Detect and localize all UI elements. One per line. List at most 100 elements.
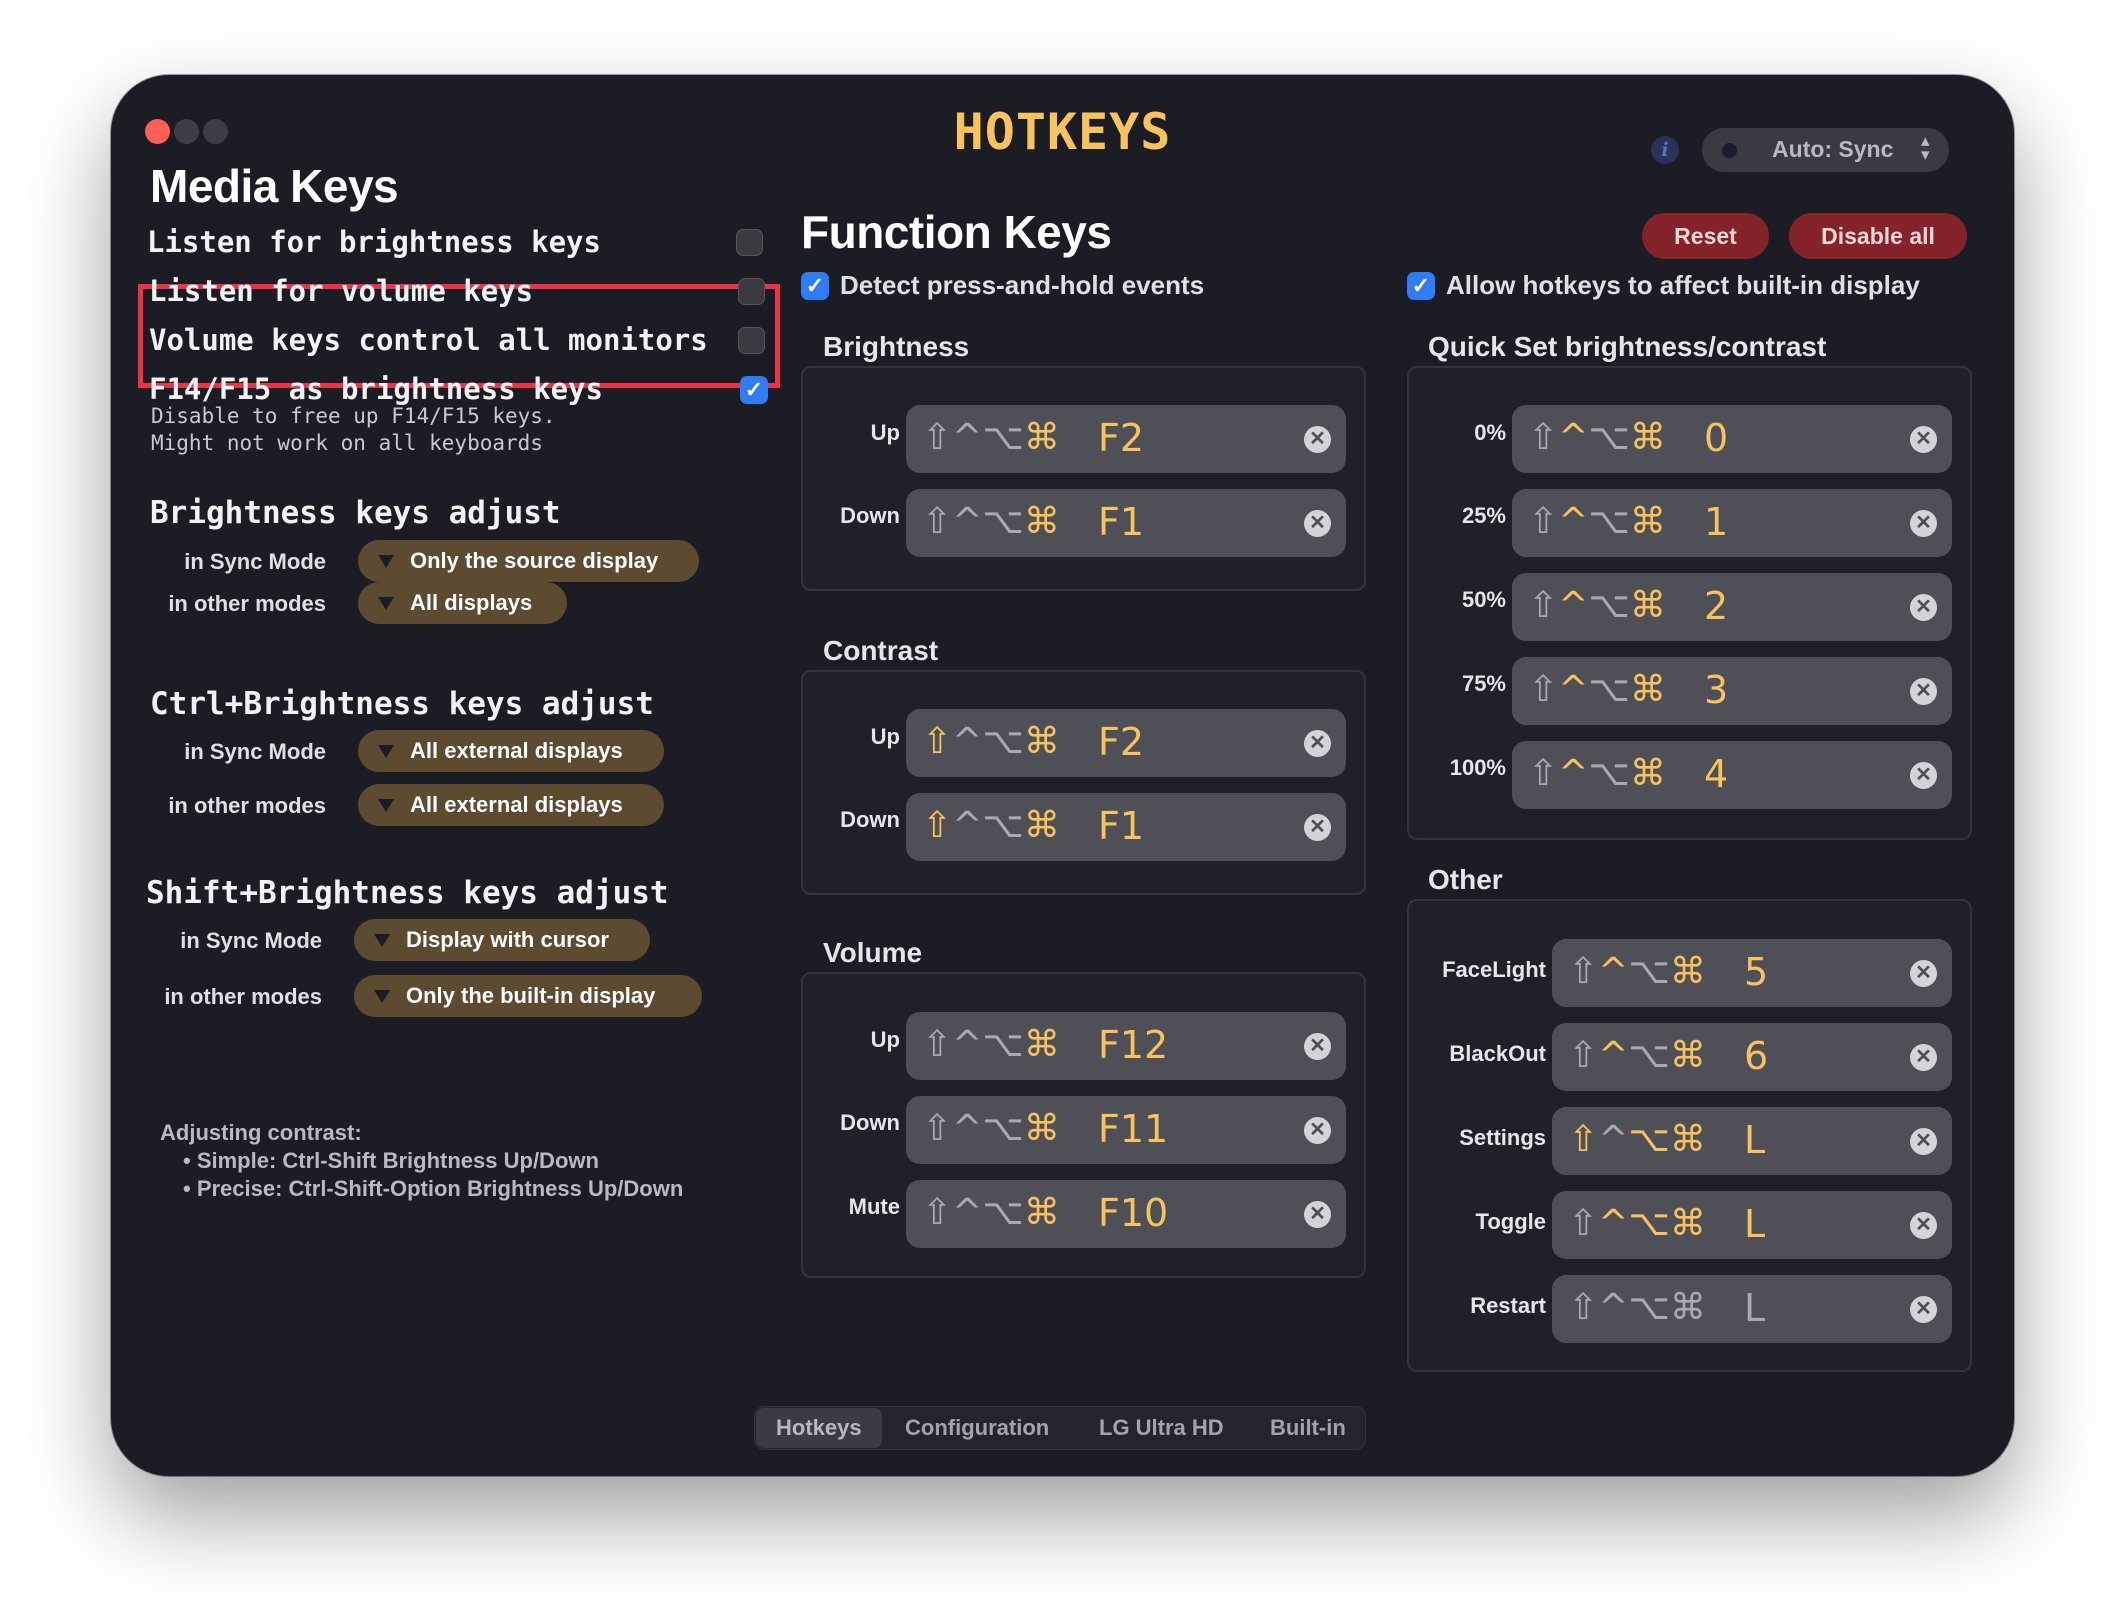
tab-bar: Hotkeys Configuration LG Ultra HD Built-… xyxy=(754,1406,1366,1450)
triangle-down-icon xyxy=(378,745,394,758)
cmd-icon: ⌘ xyxy=(1629,501,1666,542)
brightness-sync-value: Only the source display xyxy=(410,548,659,573)
clear-icon[interactable]: ✕ xyxy=(1304,730,1331,757)
shift-sync-popup[interactable]: Display with cursor xyxy=(354,919,650,961)
sync-status-dot xyxy=(1722,143,1737,158)
ctrl-icon: ^ xyxy=(1598,1035,1629,1076)
brightness-sync-popup[interactable]: Only the source display xyxy=(358,540,699,582)
ctrl-other-popup[interactable]: All external displays xyxy=(358,784,664,826)
option-icon: ⌥ xyxy=(1628,1035,1670,1076)
volume-down-recorder[interactable]: ⇧^⌥⌘ F11 ✕ xyxy=(906,1096,1346,1164)
cmd-icon: ⌘ xyxy=(1669,1119,1706,1160)
info-icon[interactable]: i xyxy=(1651,136,1679,164)
ctrl-icon: ^ xyxy=(1558,585,1589,626)
facelight-recorder[interactable]: ⇧^⌥⌘ 5 ✕ xyxy=(1552,939,1952,1007)
volume-mute-recorder[interactable]: ⇧^⌥⌘ F10 ✕ xyxy=(906,1180,1346,1248)
volume-all-monitors-label: Volume keys control all monitors xyxy=(149,323,708,357)
detect-hold-checkbox[interactable]: ✓ xyxy=(801,272,829,300)
contrast-note-precise: • Precise: Ctrl-Shift-Option Brightness … xyxy=(183,1176,684,1201)
ctrl-brightness-adjust-title: Ctrl+Brightness keys adjust xyxy=(150,686,654,722)
brightness-up-key: F2 xyxy=(1098,416,1145,460)
clear-icon[interactable]: ✕ xyxy=(1910,1128,1937,1155)
settings-recorder[interactable]: ⇧^⌥⌘ L ✕ xyxy=(1552,1107,1952,1175)
listen-brightness-checkbox[interactable] xyxy=(736,229,763,256)
quickset-row-label: 50% xyxy=(1461,587,1506,612)
clear-icon[interactable]: ✕ xyxy=(1910,678,1937,705)
contrast-group xyxy=(801,670,1366,895)
brightness-other-popup[interactable]: All displays xyxy=(358,582,567,624)
quickset-75-recorder[interactable]: ⇧^⌥⌘ 3 ✕ xyxy=(1512,657,1952,725)
tab-configuration[interactable]: Configuration xyxy=(905,1407,1049,1449)
facelight-label: FaceLight xyxy=(1442,957,1546,982)
option-icon: ⌥ xyxy=(1588,669,1630,710)
function-keys-title: Function Keys xyxy=(801,206,1112,258)
tab-built-in[interactable]: Built-in xyxy=(1270,1407,1346,1449)
clear-icon[interactable]: ✕ xyxy=(1304,1201,1331,1228)
shift-icon: ⇧ xyxy=(922,721,953,762)
clear-icon[interactable]: ✕ xyxy=(1304,1033,1331,1060)
other-group-title: Other xyxy=(1428,864,1503,895)
shift-icon: ⇧ xyxy=(1568,951,1599,992)
cmd-icon: ⌘ xyxy=(1023,501,1060,542)
clear-icon[interactable]: ✕ xyxy=(1304,510,1331,537)
quickset-25-recorder[interactable]: ⇧^⌥⌘ 1 ✕ xyxy=(1512,489,1952,557)
ctrl-icon: ^ xyxy=(952,1192,983,1233)
volume-up-label: Up xyxy=(870,1027,900,1052)
quickset-group-title: Quick Set brightness/contrast xyxy=(1428,331,1827,362)
tab-hotkeys[interactable]: Hotkeys xyxy=(756,1408,882,1448)
option-icon: ⌥ xyxy=(1628,1203,1670,1244)
clear-icon[interactable]: ✕ xyxy=(1304,814,1331,841)
quickset-100-recorder[interactable]: ⇧^⌥⌘ 4 ✕ xyxy=(1512,741,1952,809)
brightness-down-recorder[interactable]: ⇧^⌥⌘ F1 ✕ xyxy=(906,489,1346,557)
cmd-icon: ⌘ xyxy=(1669,1203,1706,1244)
clear-icon[interactable]: ✕ xyxy=(1910,426,1937,453)
f14-f15-checkbox[interactable]: ✓ xyxy=(740,376,768,404)
clear-icon[interactable]: ✕ xyxy=(1910,1296,1937,1323)
volume-up-recorder[interactable]: ⇧^⌥⌘ F12 ✕ xyxy=(906,1012,1346,1080)
blackout-recorder[interactable]: ⇧^⌥⌘ 6 ✕ xyxy=(1552,1023,1952,1091)
quickset-0-recorder[interactable]: ⇧^⌥⌘ 0 ✕ xyxy=(1512,405,1952,473)
ctrl-icon: ^ xyxy=(952,721,983,762)
media-keys-title: Media Keys xyxy=(150,160,399,212)
volume-all-monitors-checkbox[interactable] xyxy=(738,327,765,354)
ctrl-icon: ^ xyxy=(1558,753,1589,794)
clear-icon[interactable]: ✕ xyxy=(1910,762,1937,789)
clear-icon[interactable]: ✕ xyxy=(1910,594,1937,621)
ctrl-sync-value: All external displays xyxy=(410,738,623,763)
sync-mode-popup[interactable]: Auto: Sync ▴ ▾ xyxy=(1702,128,1949,172)
clear-icon[interactable]: ✕ xyxy=(1910,960,1937,987)
clear-icon[interactable]: ✕ xyxy=(1910,1044,1937,1071)
cmd-icon: ⌘ xyxy=(1629,417,1666,458)
option-icon: ⌥ xyxy=(982,501,1024,542)
triangle-down-icon xyxy=(378,597,394,610)
ctrl-sync-popup[interactable]: All external displays xyxy=(358,730,664,772)
reset-button[interactable]: Reset xyxy=(1642,213,1769,259)
cmd-icon: ⌘ xyxy=(1023,1108,1060,1149)
contrast-down-recorder[interactable]: ⇧^⌥⌘ F1 ✕ xyxy=(906,793,1346,861)
shift-other-popup[interactable]: Only the built-in display xyxy=(354,975,702,1017)
clear-icon[interactable]: ✕ xyxy=(1910,1212,1937,1239)
ctrl-icon: ^ xyxy=(1598,1203,1629,1244)
quickset-row-label: 0% xyxy=(1474,420,1506,445)
clear-icon[interactable]: ✕ xyxy=(1304,426,1331,453)
tab-lg-ultra-hd[interactable]: LG Ultra HD xyxy=(1099,1407,1224,1449)
blackout-key: 6 xyxy=(1744,1034,1769,1078)
listen-volume-checkbox[interactable] xyxy=(738,278,765,305)
cmd-icon: ⌘ xyxy=(1669,951,1706,992)
quickset-50-recorder[interactable]: ⇧^⌥⌘ 2 ✕ xyxy=(1512,573,1952,641)
blackout-label: BlackOut xyxy=(1449,1041,1546,1066)
clear-icon[interactable]: ✕ xyxy=(1910,510,1937,537)
cmd-icon: ⌘ xyxy=(1023,805,1060,846)
toggle-recorder[interactable]: ⇧^⌥⌘ L ✕ xyxy=(1552,1191,1952,1259)
contrast-up-recorder[interactable]: ⇧^⌥⌘ F2 ✕ xyxy=(906,709,1346,777)
cmd-icon: ⌘ xyxy=(1023,417,1060,458)
triangle-down-icon xyxy=(374,990,390,1003)
disable-all-button[interactable]: Disable all xyxy=(1789,213,1967,259)
restart-recorder[interactable]: ⇧^⌥⌘ L ✕ xyxy=(1552,1275,1952,1343)
brightness-up-recorder[interactable]: ⇧^⌥⌘ F2 ✕ xyxy=(906,405,1346,473)
allow-builtin-checkbox[interactable]: ✓ xyxy=(1407,272,1435,300)
volume-down-key: F11 xyxy=(1098,1107,1169,1151)
ctrl-other-value: All external displays xyxy=(410,792,623,817)
option-icon: ⌥ xyxy=(982,721,1024,762)
clear-icon[interactable]: ✕ xyxy=(1304,1117,1331,1144)
